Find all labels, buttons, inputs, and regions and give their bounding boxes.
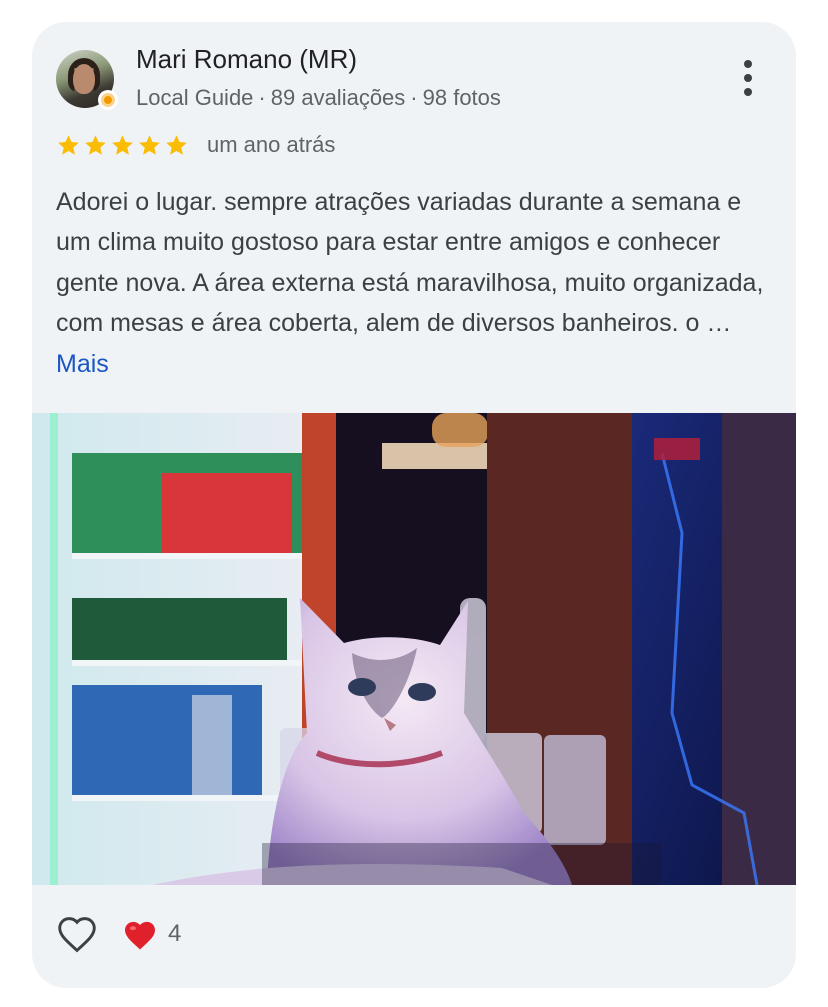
review-date: um ano atrás [207,132,336,157]
more-link[interactable]: Mais [56,350,109,378]
author-reviews-count: 89 avaliações [270,85,406,110]
fridge-shelf-1 [72,453,302,559]
local-guide-badge-icon [98,90,118,110]
heart-outline-icon[interactable] [56,913,98,955]
reaction-count: 4 [168,920,182,947]
star-icon [85,134,106,155]
meta-separator: · [258,85,266,110]
more-vert-icon[interactable] [736,60,760,96]
review-text-block: Adorei o lugar. sempre atrações variadas… [56,182,776,384]
review-card: Mari Romano (MR) Local Guide · 89 avaliaçõ… [32,22,796,988]
red-heart-icon [125,921,155,949]
rating-row: um ano atrás [56,130,335,160]
star-icon [139,134,160,155]
author-name[interactable]: Mari Romano (MR) [136,44,357,75]
avatar-face [73,64,95,94]
star-rating [56,133,189,158]
fridge-shelf-2 [72,598,302,666]
review-footer: 4 [56,912,181,956]
author-badge: Local Guide [136,85,254,110]
meta-separator: · [410,85,418,110]
author-meta: Local Guide · 89 avaliações · 98 fotos [136,85,501,111]
review-photo[interactable] [32,413,796,885]
star-icon [166,134,187,155]
review-text: Adorei o lugar. sempre atrações variadas… [56,188,764,338]
author-photos-count: 98 fotos [422,85,501,110]
reaction-summary[interactable]: 4 [122,918,181,951]
star-icon [112,134,133,155]
avatar[interactable] [56,50,118,110]
star-icon [58,134,79,155]
